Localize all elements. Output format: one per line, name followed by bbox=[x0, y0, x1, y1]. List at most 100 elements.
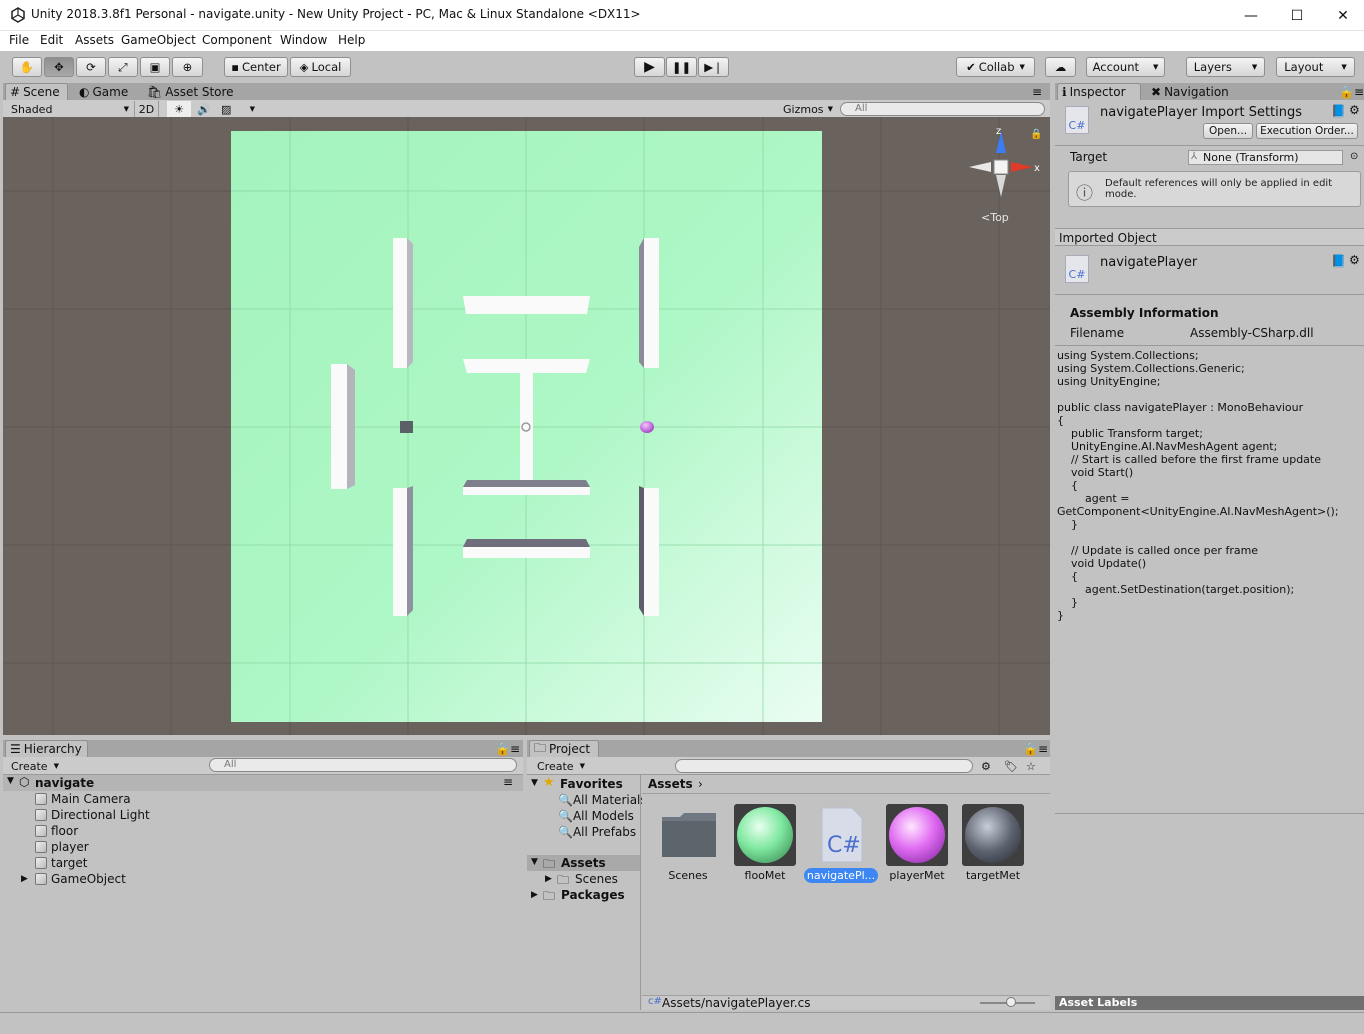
scene-row[interactable]: ▼ ⬡ navigate ≡ bbox=[3, 775, 523, 791]
space-toggle[interactable]: ◈ Local bbox=[290, 57, 351, 77]
dropdown-arrow-icon: ▼ bbox=[1251, 63, 1258, 71]
favorites-label[interactable]: Favorites bbox=[560, 777, 623, 791]
wall-center-low[interactable] bbox=[463, 480, 590, 495]
move-tool-button[interactable]: ✥ bbox=[44, 57, 74, 77]
player-sphere[interactable] bbox=[640, 421, 654, 433]
menu-file[interactable]: File bbox=[9, 33, 29, 47]
menu-gameobject[interactable]: GameObject bbox=[121, 33, 196, 47]
target-field[interactable]: None (Transform) bbox=[1188, 150, 1343, 165]
favorite-all-models[interactable]: 🔍All Models bbox=[558, 809, 634, 823]
tab-asset-store[interactable]: 🛍 Asset Store bbox=[143, 83, 238, 100]
hierarchy-search-input[interactable]: All bbox=[209, 758, 517, 772]
star-icon[interactable]: ☆ bbox=[1026, 758, 1046, 774]
wall-center-top[interactable] bbox=[463, 296, 590, 314]
object-picker-icon[interactable]: ⊙ bbox=[1350, 151, 1358, 162]
execution-order-button[interactable]: Execution Order... bbox=[1256, 123, 1358, 139]
filter-type-icon[interactable]: ⚙ bbox=[981, 758, 1001, 774]
menu-edit[interactable]: Edit bbox=[40, 33, 63, 47]
transform-tool-button[interactable]: ⊕ bbox=[172, 57, 203, 77]
expand-arrow-icon[interactable]: ▶ bbox=[531, 890, 538, 900]
packages-folder-label[interactable]: Packages bbox=[561, 888, 625, 902]
effects-dropdown[interactable]: ▨ ▼ bbox=[221, 101, 255, 117]
expand-arrow-icon[interactable]: ▶ bbox=[545, 874, 552, 884]
layers-dropdown[interactable]: Layers ▼ bbox=[1186, 57, 1265, 77]
target-cube[interactable] bbox=[400, 421, 413, 433]
scale-tool-button[interactable]: ⤢ bbox=[108, 57, 138, 77]
help-book-icon[interactable]: 📘 bbox=[1331, 104, 1346, 118]
expand-arrow-icon[interactable]: ▼ bbox=[531, 778, 538, 788]
settings-gear-icon[interactable]: ⚙ bbox=[1349, 253, 1360, 267]
asset-labels-bar[interactable]: Asset Labels bbox=[1055, 996, 1364, 1010]
hierarchy-item-gameobject[interactable]: GameObject bbox=[35, 872, 126, 886]
step-button[interactable]: ▶❘ bbox=[698, 57, 729, 77]
hierarchy-item-floor[interactable]: floor bbox=[35, 824, 78, 838]
rect-tool-button[interactable]: ▣ bbox=[140, 57, 170, 77]
unity-logo-icon bbox=[11, 7, 25, 23]
scene-search-input[interactable]: All bbox=[840, 102, 1045, 116]
menu-assets[interactable]: Assets bbox=[75, 33, 114, 47]
expand-arrow-icon[interactable]: ▼ bbox=[7, 776, 14, 786]
wall-far-left[interactable] bbox=[331, 364, 355, 489]
hierarchy-create-dropdown[interactable]: Create ▼ bbox=[11, 758, 59, 774]
scene-name: navigate bbox=[35, 776, 95, 790]
collab-dropdown[interactable]: ✔ Collab ▼ bbox=[956, 57, 1035, 77]
audio-toggle[interactable]: 🔊 bbox=[193, 101, 215, 117]
assets-folder-row[interactable]: ▼ 🗀 Assets bbox=[527, 855, 640, 871]
tab-scene[interactable]: # Scene bbox=[5, 83, 68, 100]
account-dropdown[interactable]: Account ▼ bbox=[1086, 57, 1165, 77]
tab-navigation[interactable]: ✖ Navigation bbox=[1147, 83, 1233, 100]
tab-game[interactable]: ◐ Game bbox=[75, 83, 132, 100]
menu-component[interactable]: Component bbox=[202, 33, 272, 47]
menu-help[interactable]: Help bbox=[338, 33, 365, 47]
csharp-icon: C# bbox=[1065, 255, 1089, 283]
wall-left-top[interactable] bbox=[393, 238, 413, 368]
orientation-gizmo[interactable]: z x <Top 🔒 bbox=[969, 126, 1042, 224]
wall-right-bottom[interactable] bbox=[639, 486, 659, 616]
pivot-toggle[interactable]: ▪ Center bbox=[224, 57, 288, 77]
lock-icon[interactable]: 🔒 bbox=[1030, 128, 1042, 140]
menu-window[interactable]: Window bbox=[280, 33, 327, 47]
hierarchy-item-target[interactable]: target bbox=[35, 856, 88, 870]
wall-center-bottom[interactable] bbox=[463, 539, 590, 558]
hierarchy-lock-icon[interactable]: 🔒≡ bbox=[491, 740, 524, 757]
lighting-toggle[interactable]: ☀ bbox=[167, 101, 191, 117]
minimize-button[interactable]: — bbox=[1228, 0, 1274, 31]
tab-hierarchy[interactable]: ☰ Hierarchy bbox=[5, 740, 88, 757]
tab-project[interactable]: 🗀 Project bbox=[529, 740, 599, 757]
wall-left-bottom[interactable] bbox=[393, 486, 413, 616]
breadcrumb[interactable]: Assets bbox=[648, 777, 693, 791]
layout-dropdown[interactable]: Layout ▼ bbox=[1276, 57, 1355, 77]
project-create-dropdown[interactable]: Create ▼ bbox=[537, 758, 585, 774]
tab-inspector[interactable]: ℹ Inspector bbox=[1057, 83, 1141, 100]
cloud-button[interactable]: ☁ bbox=[1045, 57, 1076, 77]
favorite-all-materials[interactable]: 🔍All Materials bbox=[558, 793, 647, 807]
wall-right-top[interactable] bbox=[639, 238, 659, 368]
settings-gear-icon[interactable]: ⚙ bbox=[1349, 103, 1360, 117]
panel-menu-icon[interactable]: ≡ bbox=[1028, 83, 1046, 100]
close-button[interactable]: ✕ bbox=[1320, 0, 1364, 31]
hierarchy-item-player[interactable]: player bbox=[35, 840, 89, 854]
hierarchy-item-main-camera[interactable]: Main Camera bbox=[35, 792, 131, 806]
help-book-icon[interactable]: 📘 bbox=[1331, 254, 1346, 268]
maximize-button[interactable]: ☐ bbox=[1274, 0, 1320, 31]
hierarchy-item-directional-light[interactable]: Directional Light bbox=[35, 808, 150, 822]
filter-label-icon[interactable]: 🏷 bbox=[1004, 758, 1024, 774]
rotate-tool-button[interactable]: ⟳ bbox=[76, 57, 106, 77]
2d-toggle[interactable]: 2D bbox=[134, 101, 159, 117]
pause-button[interactable]: ❚❚ bbox=[666, 57, 697, 77]
open-button[interactable]: Open... bbox=[1203, 123, 1253, 139]
project-lock-icon[interactable]: 🔒≡ bbox=[1019, 740, 1052, 757]
scenes-folder-label[interactable]: Scenes bbox=[575, 872, 618, 886]
expand-arrow-icon[interactable]: ▼ bbox=[531, 857, 538, 867]
favorite-all-prefabs[interactable]: 🔍All Prefabs bbox=[558, 825, 636, 839]
shading-dropdown[interactable]: Shaded ▼ bbox=[11, 101, 129, 117]
zoom-slider-thumb[interactable] bbox=[1006, 997, 1016, 1007]
play-button[interactable]: ▶ bbox=[634, 57, 665, 77]
gizmos-dropdown[interactable]: Gizmos ▼ bbox=[783, 101, 833, 117]
project-search-input[interactable] bbox=[675, 759, 973, 773]
scene-menu-icon[interactable]: ≡ bbox=[503, 775, 513, 789]
hand-tool-button[interactable]: ✋ bbox=[12, 57, 42, 77]
expand-arrow-icon[interactable]: ▶ bbox=[21, 874, 28, 884]
inspector-lock-icon[interactable]: 🔒≡ bbox=[1335, 83, 1364, 100]
scene-view[interactable]: z x <Top 🔒 bbox=[3, 117, 1050, 735]
